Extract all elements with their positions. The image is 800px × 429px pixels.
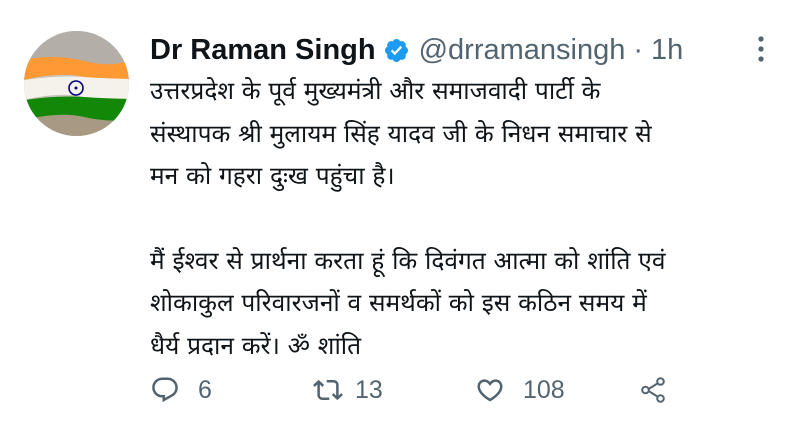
- like-count: 108: [523, 375, 565, 404]
- retweet-count: 13: [355, 375, 383, 404]
- retweet-button[interactable]: 13: [313, 370, 383, 410]
- tweet-text-line: मैं ईश्वर से प्रार्थना करता हूं कि दिवंग…: [150, 245, 666, 275]
- tweet-timestamp[interactable]: 1h: [651, 34, 683, 67]
- retweet-icon: [313, 379, 343, 401]
- author-display-name[interactable]: Dr Raman Singh: [150, 34, 376, 67]
- tweet-text-line: मन को गहरा दुःख पहुंचा है।: [150, 161, 395, 190]
- tweet-header: Dr Raman Singh @drramansingh · 1h: [150, 30, 683, 70]
- tweet-text-line: उत्तरप्रदेश के पूर्व मुख्यमंत्री और समाज…: [150, 76, 601, 105]
- author-handle[interactable]: @drramansingh: [419, 34, 626, 67]
- reply-button[interactable]: 6: [150, 370, 212, 410]
- reply-icon: [152, 377, 178, 403]
- tweet-text-line: शोकाकुल परिवारजनों व समर्थकों को इस कठिन…: [150, 288, 647, 317]
- verified-badge-icon: [383, 37, 410, 64]
- tweet-text-line: संस्थापक श्री मुलायम सिंह यादव जी के निध…: [150, 118, 652, 148]
- share-button[interactable]: [638, 370, 668, 410]
- tweet-text: उत्तरप्रदेश के पूर्व मुख्यमंत्री और समाज…: [150, 70, 790, 367]
- tweet-actions: 6 13 108: [150, 370, 790, 410]
- header-separator: ·: [633, 33, 644, 66]
- indian-flag-avatar-image: [24, 31, 129, 136]
- tweet-text-line: धैर्य प्रदान करें। ॐ शांति: [150, 330, 362, 360]
- reply-count: 6: [198, 375, 212, 404]
- avatar[interactable]: [24, 31, 129, 136]
- tweet: Dr Raman Singh @drramansingh · 1h उत्तरप…: [0, 0, 800, 429]
- share-icon: [641, 377, 665, 403]
- more-options-icon[interactable]: [751, 33, 771, 67]
- like-button[interactable]: 108: [475, 370, 565, 410]
- heart-icon: [477, 379, 503, 402]
